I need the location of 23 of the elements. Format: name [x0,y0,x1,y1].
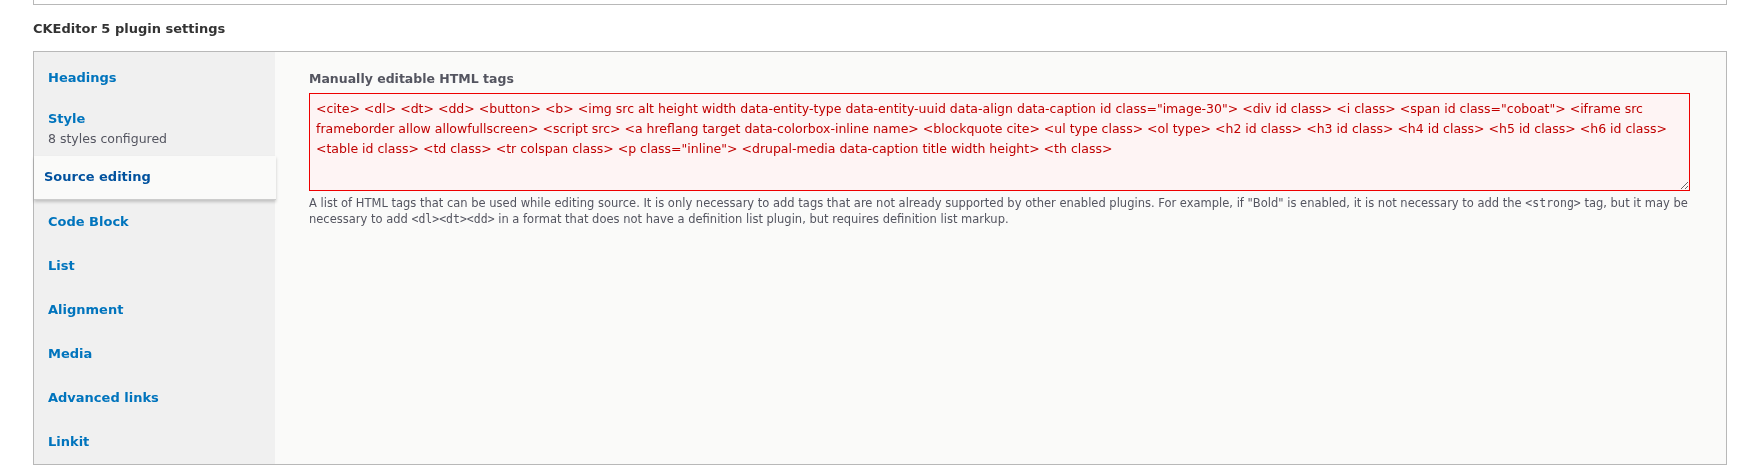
tab-label: Headings [48,68,118,87]
vertical-tab[interactable]: Code Block [34,199,275,244]
tab-label: Source editing [44,168,152,187]
vertical-tab[interactable]: Alignment [34,287,275,332]
tab-label: Alignment [48,300,125,319]
tab-summary: 8 styles configured [48,130,169,148]
vertical-tab[interactable]: Style 8 styles configured [34,99,275,156]
vertical-tab[interactable]: Advanced links [34,375,275,420]
vertical-tab[interactable]: Media [34,331,275,376]
field-description: A list of HTML tags that can be used while editing source. It is only necessary to add tags that are not already supported by other enabled plugins. For example, if "Bold" is enabled, it is not necessary to add the <strong> tag, but it may be necessary to add <dl><dt><dd> in a format that does not have a definition list plugin, but requires definition list markup. [309,195,1689,228]
tab-label: Linkit [48,432,91,451]
vertical-tab[interactable]: Headings [34,55,275,100]
vertical-tab[interactable]: Linkit [34,419,275,464]
field-label: Manually editable HTML tags [309,69,514,88]
vertical-tab[interactable]: List [34,243,275,288]
tab-label: Code Block [48,212,130,231]
tab-label: List [48,256,76,275]
tab-label: Media [48,344,94,363]
section-title: CKEditor 5 plugin settings [33,20,226,38]
tab-label: Style [48,109,87,128]
vertical-tab[interactable]: Source editing [34,155,276,200]
tab-label: Advanced links [48,388,160,407]
html-tags-textarea[interactable]: <cite> <dl> <dt> <dd> <button> <b> <img src alt height width data-entity-type data-entity-uuid data-align data-caption id class="image-30"> <div id class> <i class> <span id class="coboat"> <iframe src frameborder allow allowfullscreen> <script src> <a hreflang target data-colorbox-inline name> <blockquote cite> <ul type class> <ol type> <h2 id class> <h3 id class> <h4 id class> <h5 id class> <h6 id class> <table id class> <td class> <tr colspan class> <p class="inline"> <drupal-media data-caption title width height> <th class> [309,93,1690,192]
